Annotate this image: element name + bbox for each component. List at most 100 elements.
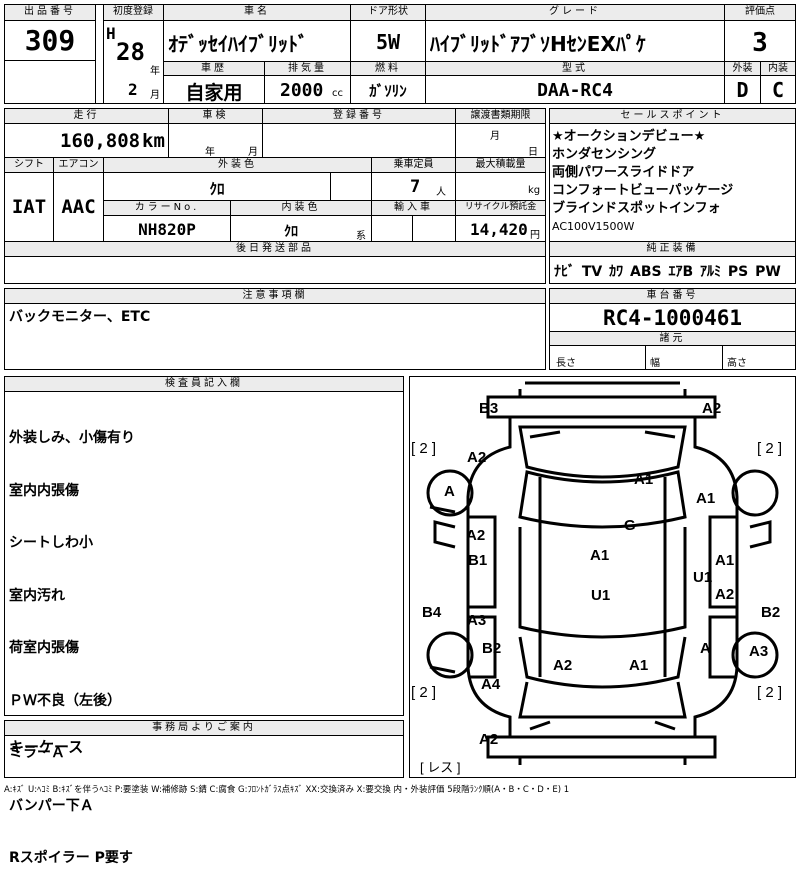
first-reg-label: 初度登録 — [103, 5, 163, 21]
model: DAA-RC4 — [537, 80, 613, 101]
damage-mark: A1 — [696, 490, 716, 507]
office-text: キーケース — [9, 738, 84, 756]
mileage-label: 走行 — [5, 109, 168, 124]
inspection-label: 車検 — [169, 109, 262, 124]
damage-mark: A1 — [634, 471, 654, 488]
damage-mark: G — [624, 517, 636, 534]
year-unit: 年 — [150, 66, 160, 77]
damage-mark: A2 — [702, 400, 722, 417]
damage-mark: A — [700, 640, 711, 657]
damage-mark: A1 — [629, 657, 649, 674]
grade-label: グレード — [426, 5, 724, 21]
model-label: 型式 — [426, 62, 724, 76]
chassis-number: RC4-1000461 — [602, 306, 743, 330]
lot-label: 出品番号 — [5, 5, 95, 21]
damage-diagram — [409, 376, 796, 778]
transfer-label: 譲渡書類期限 — [456, 109, 545, 124]
equipment-label: 純正装備 — [550, 242, 795, 257]
mileage-unit: km — [142, 130, 165, 152]
inspector-line: 荷室内張傷 — [9, 640, 79, 656]
inspector-notes: 外装しみ、小傷有り 室内内張傷 シートしわ小 室内汚れ 荷室内張傷 ＰＷ不良（左… — [9, 395, 135, 885]
sales-point: 両側パワースライドドア — [552, 165, 695, 180]
transfer-month-unit: 月 — [490, 131, 500, 142]
chassis-label: 車台番号 — [550, 289, 795, 304]
damage-mark: A3 — [467, 612, 487, 629]
specs-label: 諸元 — [550, 332, 795, 346]
inspector-line: ＰＷ不良（左後） — [9, 692, 121, 709]
later-parts-label: 後日発送部品 — [5, 242, 545, 257]
insp-month-unit: 月 — [248, 147, 258, 158]
damage-mark: U1 — [693, 569, 713, 586]
damage-mark: A3 — [749, 643, 769, 660]
damage-mark: B3 — [479, 400, 499, 417]
width-label: 幅 — [650, 358, 660, 369]
car-name: ｵﾃﾞｯｾｲﾊｲﾌﾞﾘｯﾄﾞ — [168, 32, 308, 56]
sales-points-label: セールスポイント — [550, 109, 795, 124]
inspector-line: 室内内張傷 — [9, 482, 79, 499]
notes-label: 注意事項欄 — [5, 289, 545, 304]
inspector-label: 検査員記入欄 — [5, 377, 403, 392]
color-no-label: カラーNo. — [104, 201, 230, 216]
import-label: 輸入車 — [372, 201, 455, 216]
legend: A:ｷｽﾞ U:ﾍｺﾐ B:ｷｽﾞを伴うﾍｺﾐ P:要塗装 W:補修跡 S:錆 … — [4, 785, 570, 795]
int-color-unit: 系 — [356, 231, 366, 242]
bracket-mark: [ 2 ] — [757, 440, 783, 457]
damage-mark: A4 — [481, 676, 501, 693]
score-label: 評価点 — [725, 5, 795, 21]
length-label: 長さ — [556, 358, 576, 369]
car-name-label: 車名 — [164, 5, 350, 21]
notes-text: バックモニター、ETC — [9, 309, 151, 325]
inspector-line: シートしわ小 — [9, 535, 93, 551]
first-reg-year: 28 — [116, 38, 145, 66]
damage-mark: A2 — [553, 657, 573, 674]
displacement: 2000 — [280, 80, 324, 101]
int-color: ｸﾛ — [284, 224, 298, 240]
equipment-list: ﾅﾋﾞ TV ｶﾜ ABS ｴｱB ｱﾙﾐ PS PW — [554, 264, 781, 280]
sales-point: ホンダセンシング — [552, 147, 657, 162]
fuel-label: 燃料 — [351, 62, 425, 76]
grade: ﾊｲﾌﾞﾘｯﾄﾞｱﾌﾞｿHｾﾝEXﾊﾟｹ — [430, 32, 646, 56]
shift: IAT — [11, 196, 47, 218]
damage-mark: B4 — [422, 604, 442, 621]
color-no: NH820P — [138, 220, 196, 239]
bracket-mark: [ 2 ] — [411, 440, 437, 457]
inspector-line: 室内汚れ — [9, 587, 65, 604]
int-grade-label: 内装 — [761, 62, 795, 76]
load-label: 最大積載量 — [456, 158, 545, 173]
lot-number: 309 — [24, 24, 76, 57]
damage-mark: B1 — [468, 552, 488, 569]
sales-point: ブラインドスポットインフォ — [552, 201, 721, 216]
ac: AAC — [61, 196, 96, 218]
bracket-mark: [ 2 ] — [757, 684, 783, 701]
recycle-unit: 円 — [530, 230, 540, 241]
damage-mark: A2 — [466, 527, 486, 544]
recycle-label: リサイクル預託金 — [456, 201, 545, 216]
first-reg-month: 2 — [128, 80, 138, 99]
int-grade: C — [771, 78, 785, 102]
insp-year-unit: 年 — [205, 147, 215, 158]
damage-mark: A2 — [479, 731, 499, 748]
door-label: ドア形状 — [351, 5, 425, 21]
color: ｸﾛ — [209, 180, 225, 198]
era: H — [106, 24, 116, 43]
capacity-unit: 人 — [436, 187, 446, 198]
ext-grade-label: 外装 — [725, 62, 760, 76]
history: 自家用 — [185, 82, 243, 104]
height-label: 高さ — [727, 358, 747, 369]
damage-mark: B2 — [482, 640, 502, 657]
score: 3 — [752, 28, 768, 58]
mileage: 160,808 — [60, 130, 141, 152]
damage-mark: A1 — [590, 547, 610, 564]
sales-point: ★オークションデビュー★ — [552, 129, 706, 144]
int-color-label: 内装色 — [231, 201, 371, 216]
office-label: 事務局よりご案内 — [5, 721, 403, 736]
damage-mark: A1 — [715, 552, 735, 569]
sales-point: AC100V1500W — [552, 220, 635, 233]
spare-tire-mark: [ レス ] — [420, 760, 461, 775]
bracket-mark: [ 2 ] — [411, 684, 437, 701]
inspector-line: Rスポイラー P要す — [9, 850, 133, 866]
ext-grade: D — [736, 78, 749, 102]
displacement-label: 排気量 — [265, 62, 350, 76]
ac-label: エアコン — [54, 158, 103, 173]
inspector-line: バンパー下Ａ — [9, 797, 94, 814]
